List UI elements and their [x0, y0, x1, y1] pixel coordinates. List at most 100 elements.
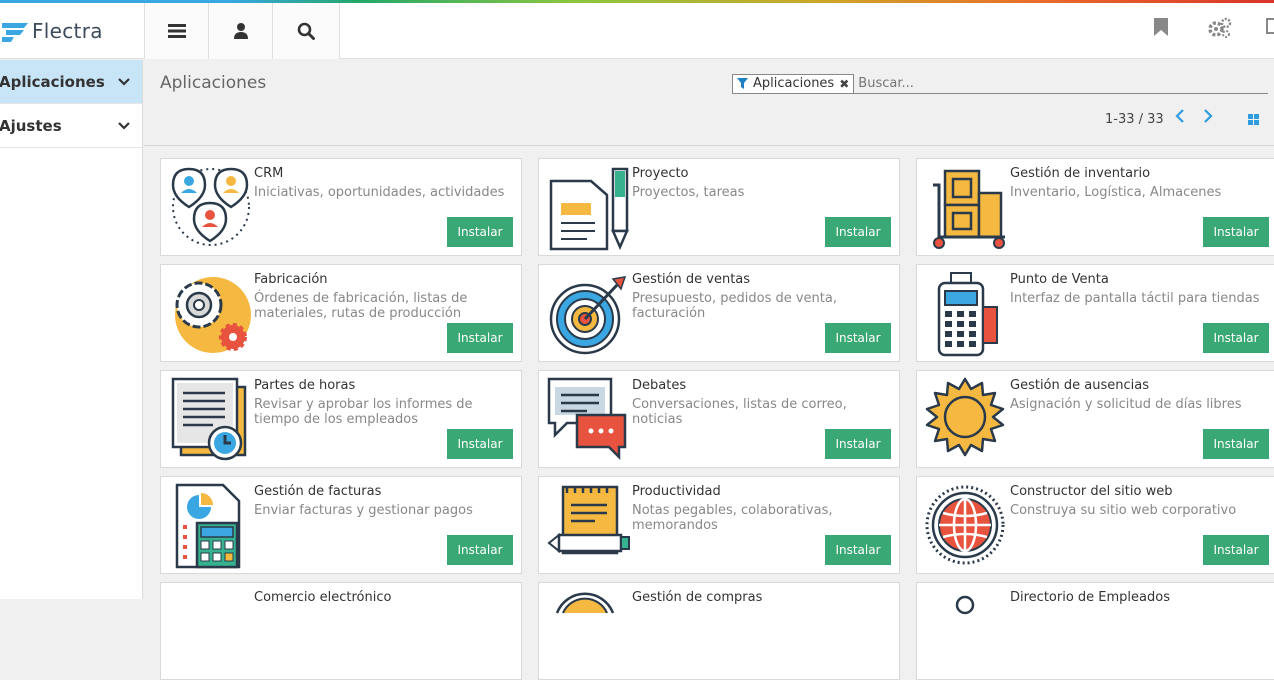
chevron-down-icon	[118, 121, 130, 130]
install-button[interactable]: Instalar	[1203, 535, 1269, 565]
menu-toggle-button[interactable]	[144, 3, 208, 59]
app-description: Enviar facturas y gestionar pagos	[254, 503, 473, 518]
install-button[interactable]: Instalar	[825, 217, 891, 247]
main-content: Aplicaciones Aplicaciones ✖ 1-33 / 33	[144, 60, 1274, 680]
chevron-right-icon	[1204, 109, 1213, 123]
window-icon	[1266, 18, 1274, 34]
page-title: Aplicaciones	[160, 73, 267, 93]
ecommerce-icon	[169, 589, 253, 675]
hamburger-icon	[167, 24, 186, 38]
control-panel: Aplicaciones Aplicaciones ✖ 1-33 / 33	[144, 60, 1274, 146]
app-description: Revisar y aprobar los informes de tiempo…	[254, 397, 473, 427]
app-description: Presupuesto, pedidos de venta, facturaci…	[632, 291, 837, 321]
app-description: Interfaz de pantalla táctil para tiendas	[1010, 291, 1260, 306]
search-menu-button[interactable]	[272, 3, 340, 59]
pager-next-button[interactable]	[1203, 108, 1213, 127]
logo-text: Flectra	[32, 19, 103, 43]
purchase-icon	[555, 592, 615, 614]
install-button[interactable]: Instalar	[825, 535, 891, 565]
bookmark-button[interactable]	[1153, 17, 1169, 37]
sidebar-item-aplicaciones[interactable]: Aplicaciones	[0, 60, 142, 104]
app-card-debates[interactable]: Debates Conversaciones, listas de correo…	[538, 370, 900, 468]
user-icon	[233, 23, 248, 39]
app-card-gestion-de-facturas[interactable]: Gestión de facturas Enviar facturas y ge…	[160, 476, 522, 574]
crm-icon	[171, 167, 250, 246]
website-icon	[925, 485, 1005, 565]
app-logo[interactable]: Flectra	[0, 3, 143, 59]
sidebar: Aplicaciones Ajustes	[0, 60, 143, 599]
app-description: Órdenes de fabricación, listas de materi…	[254, 291, 468, 321]
flectra-logo-icon	[2, 23, 28, 42]
notes-icon	[547, 485, 630, 555]
app-card-gestion-de-compras[interactable]: Gestión de compras	[538, 582, 900, 680]
app-card-partes-de-horas[interactable]: Partes de horas Revisar y aprobar los in…	[160, 370, 522, 468]
app-name: Gestión de facturas	[254, 484, 382, 499]
bookmark-icon	[1154, 18, 1168, 36]
app-card-gestion-de-ventas[interactable]: Gestión de ventas Presupuesto, pedidos d…	[538, 264, 900, 362]
search-facet[interactable]: Aplicaciones ✖	[732, 73, 855, 94]
inventory-icon	[933, 169, 1005, 249]
app-card-constructor-del-sitio-web[interactable]: Constructor del sitio web Construya su s…	[916, 476, 1274, 574]
project-icon	[549, 167, 629, 251]
install-button[interactable]: Instalar	[1203, 323, 1269, 353]
app-description: Inventario, Logística, Almacenes	[1010, 185, 1222, 200]
install-button[interactable]: Instalar	[447, 217, 513, 247]
app-card-punto-de-venta[interactable]: Punto de Venta Interfaz de pantalla táct…	[916, 264, 1274, 362]
install-button[interactable]: Instalar	[825, 429, 891, 459]
app-name: Productividad	[632, 484, 721, 499]
invoicing-icon	[175, 483, 241, 569]
install-button[interactable]: Instalar	[1203, 429, 1269, 459]
facet-label: Aplicaciones	[753, 76, 835, 91]
app-name: Punto de Venta	[1010, 272, 1109, 287]
filter-icon	[737, 78, 748, 89]
app-card-gestion-de-ausencias[interactable]: Gestión de ausencias Asignación y solici…	[916, 370, 1274, 468]
install-button[interactable]: Instalar	[447, 429, 513, 459]
leaves-icon	[925, 377, 1005, 457]
app-description: Proyectos, tareas	[632, 185, 745, 200]
app-name: Debates	[632, 378, 687, 393]
app-name: Fabricación	[254, 272, 328, 287]
app-card-gestion-de-inventario[interactable]: Gestión de inventario Inventario, Logíst…	[916, 158, 1274, 256]
search-icon	[297, 22, 315, 40]
gears-icon	[1208, 17, 1232, 38]
app-name: Gestión de ausencias	[1010, 378, 1149, 393]
app-name: Partes de horas	[254, 378, 356, 393]
sidebar-item-label: Aplicaciones	[0, 72, 105, 91]
app-name: Gestión de inventario	[1010, 166, 1151, 181]
app-card-proyecto[interactable]: Proyecto Proyectos, tareas Instalar	[538, 158, 900, 256]
install-button[interactable]: Instalar	[447, 535, 513, 565]
install-button[interactable]: Instalar	[447, 323, 513, 353]
chevron-left-icon	[1175, 109, 1184, 123]
timesheet-icon	[171, 377, 247, 461]
top-navbar: Flectra	[0, 3, 1274, 59]
app-card-comercio-electronico[interactable]: Comercio electrónico	[160, 582, 522, 680]
pager-value: 1-33 / 33	[1105, 112, 1164, 127]
discuss-icon	[547, 377, 627, 461]
sidebar-item-label: Ajustes	[0, 116, 62, 135]
window-button[interactable]	[1266, 17, 1274, 35]
app-name: CRM	[254, 166, 284, 181]
app-card-crm[interactable]: CRM Iniciativas, oportunidades, activida…	[160, 158, 522, 256]
app-description: Notas pegables, colaborativas, memorando…	[632, 503, 833, 533]
app-name: Gestión de ventas	[632, 272, 751, 287]
app-description: Construya su sitio web corporativo	[1010, 503, 1237, 518]
search-bar: Aplicaciones ✖	[732, 73, 1268, 94]
pos-icon	[937, 272, 998, 357]
settings-button[interactable]	[1207, 17, 1233, 39]
chevron-down-icon	[118, 77, 130, 86]
install-button[interactable]: Instalar	[1203, 217, 1269, 247]
manufacturing-icon	[175, 277, 251, 353]
facet-remove-icon[interactable]: ✖	[839, 77, 849, 91]
app-description: Conversaciones, listas de correo, notici…	[632, 397, 847, 427]
install-button[interactable]: Instalar	[825, 323, 891, 353]
app-card-fabricacion[interactable]: Fabricación Órdenes de fabricación, list…	[160, 264, 522, 362]
kanban-view-button[interactable]	[1248, 110, 1259, 129]
app-card-productividad[interactable]: Productividad Notas pegables, colaborati…	[538, 476, 900, 574]
sales-icon	[549, 276, 627, 355]
search-input[interactable]	[858, 76, 1259, 91]
pager-previous-button[interactable]	[1175, 108, 1185, 127]
user-menu-button[interactable]	[208, 3, 272, 59]
sidebar-item-ajustes[interactable]: Ajustes	[0, 104, 142, 148]
app-card-directorio-de-empleados[interactable]: Directorio de Empleados	[916, 582, 1274, 680]
app-name: Constructor del sitio web	[1010, 484, 1173, 499]
